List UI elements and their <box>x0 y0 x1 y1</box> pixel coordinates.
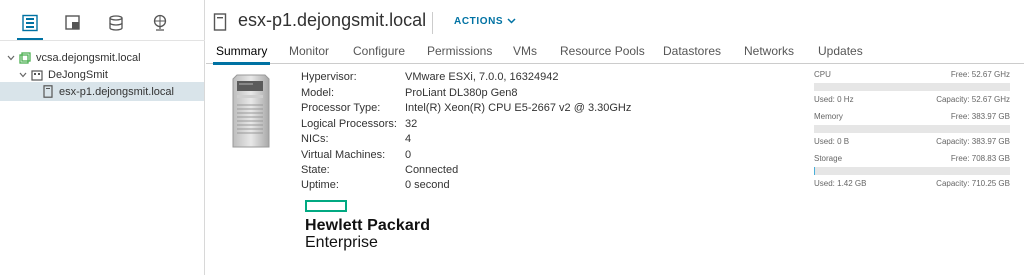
tab-summary[interactable]: Summary <box>212 44 271 65</box>
meter-used: Used: 1.42 GB <box>814 179 867 188</box>
vendor-logo-line1: Hewlett Packard <box>305 217 431 234</box>
property-label: Processor Type: <box>301 102 381 114</box>
vendor-logo-line2: Enterprise <box>305 234 378 251</box>
meter-capacity: Capacity: 52.67 GHz <box>936 95 1010 104</box>
vendor-logo: Hewlett Packard Enterprise <box>305 200 430 252</box>
property-value: 4 <box>405 133 412 145</box>
property-label: Model: <box>301 87 335 99</box>
meter-used: Used: 0 Hz <box>814 95 854 104</box>
actions-label: ACTIONS <box>454 16 504 27</box>
property-value: 32 <box>405 118 418 130</box>
meter-free: Free: 383.97 GB <box>950 112 1010 121</box>
storage-icon[interactable] <box>105 11 127 35</box>
tab-configure[interactable]: Configure <box>353 44 405 64</box>
property-label: Virtual Machines: <box>301 149 386 161</box>
tree-item-label: esx-p1.dejongsmit.local <box>59 85 174 98</box>
navigator-panel: vcsa.dejongsmit.local DeJongSmit esx-p1.… <box>0 0 205 275</box>
hpe-logo-mark <box>305 200 347 212</box>
storage-meter: Storage Free: 708.83 GB Used: 1.42 GB Ca… <box>814 154 1010 189</box>
server-image <box>231 73 271 154</box>
tree-item-label: DeJongSmit <box>48 68 108 81</box>
meter-name: Memory <box>814 112 843 121</box>
property-value: 0 <box>405 149 412 161</box>
property-value: ProLiant DL380p Gen8 <box>405 87 518 99</box>
networking-icon[interactable] <box>149 11 171 35</box>
tab-networks[interactable]: Networks <box>744 44 794 64</box>
host-icon <box>42 85 54 98</box>
tab-vms[interactable]: VMs <box>513 44 537 64</box>
navigator-view-icons <box>0 11 205 40</box>
datacenter-icon <box>31 69 43 81</box>
chevron-down-icon[interactable] <box>6 53 16 63</box>
cpu-meter: CPU Free: 52.67 GHz Used: 0 Hz Capacity:… <box>814 70 1010 105</box>
property-label: Hypervisor: <box>301 71 357 83</box>
meter-free: Free: 52.67 GHz <box>950 70 1010 79</box>
chevron-down-icon[interactable] <box>18 70 28 80</box>
property-label: State: <box>301 164 330 176</box>
hosts-clusters-icon[interactable] <box>17 11 43 40</box>
meter-bar <box>814 125 1010 133</box>
meter-capacity: Capacity: 710.25 GB <box>936 179 1010 188</box>
meter-bar <box>814 167 1010 175</box>
property-label: Uptime: <box>301 179 339 191</box>
tab-datastores[interactable]: Datastores <box>663 44 721 64</box>
chevron-down-icon <box>507 16 516 27</box>
property-value: 0 second <box>405 179 450 191</box>
tab-bar: Summary Monitor Configure Permissions VM… <box>206 40 1024 65</box>
tree-item-host[interactable]: esx-p1.dejongsmit.local <box>0 82 204 101</box>
property-value: Intel(R) Xeon(R) CPU E5-2667 v2 @ 3.30GH… <box>405 102 632 114</box>
actions-menu-button[interactable]: ACTIONS <box>454 16 516 27</box>
navigator-divider <box>0 40 205 41</box>
meter-capacity: Capacity: 383.97 GB <box>936 137 1010 146</box>
page-title: esx-p1.dejongsmit.local <box>238 10 427 30</box>
host-icon <box>213 13 227 36</box>
tree-item-label: vcsa.dejongsmit.local <box>36 51 141 64</box>
tab-resource-pools[interactable]: Resource Pools <box>560 44 645 64</box>
property-label: NICs: <box>301 133 329 145</box>
memory-meter: Memory Free: 383.97 GB Used: 0 B Capacit… <box>814 112 1010 147</box>
meter-used: Used: 0 B <box>814 137 850 146</box>
tab-monitor[interactable]: Monitor <box>289 44 329 64</box>
vcenter-icon <box>19 51 31 64</box>
meter-bar <box>814 83 1010 91</box>
meter-name: Storage <box>814 154 843 163</box>
tab-updates[interactable]: Updates <box>818 44 863 64</box>
property-value: VMware ESXi, 7.0.0, 16324942 <box>405 71 559 83</box>
meter-name: CPU <box>814 70 831 79</box>
vms-templates-icon[interactable] <box>62 11 84 35</box>
tab-permissions[interactable]: Permissions <box>427 44 492 64</box>
title-divider <box>432 12 433 34</box>
meter-free: Free: 708.83 GB <box>950 154 1010 163</box>
property-label: Logical Processors: <box>301 118 397 130</box>
property-value: Connected <box>405 164 459 176</box>
